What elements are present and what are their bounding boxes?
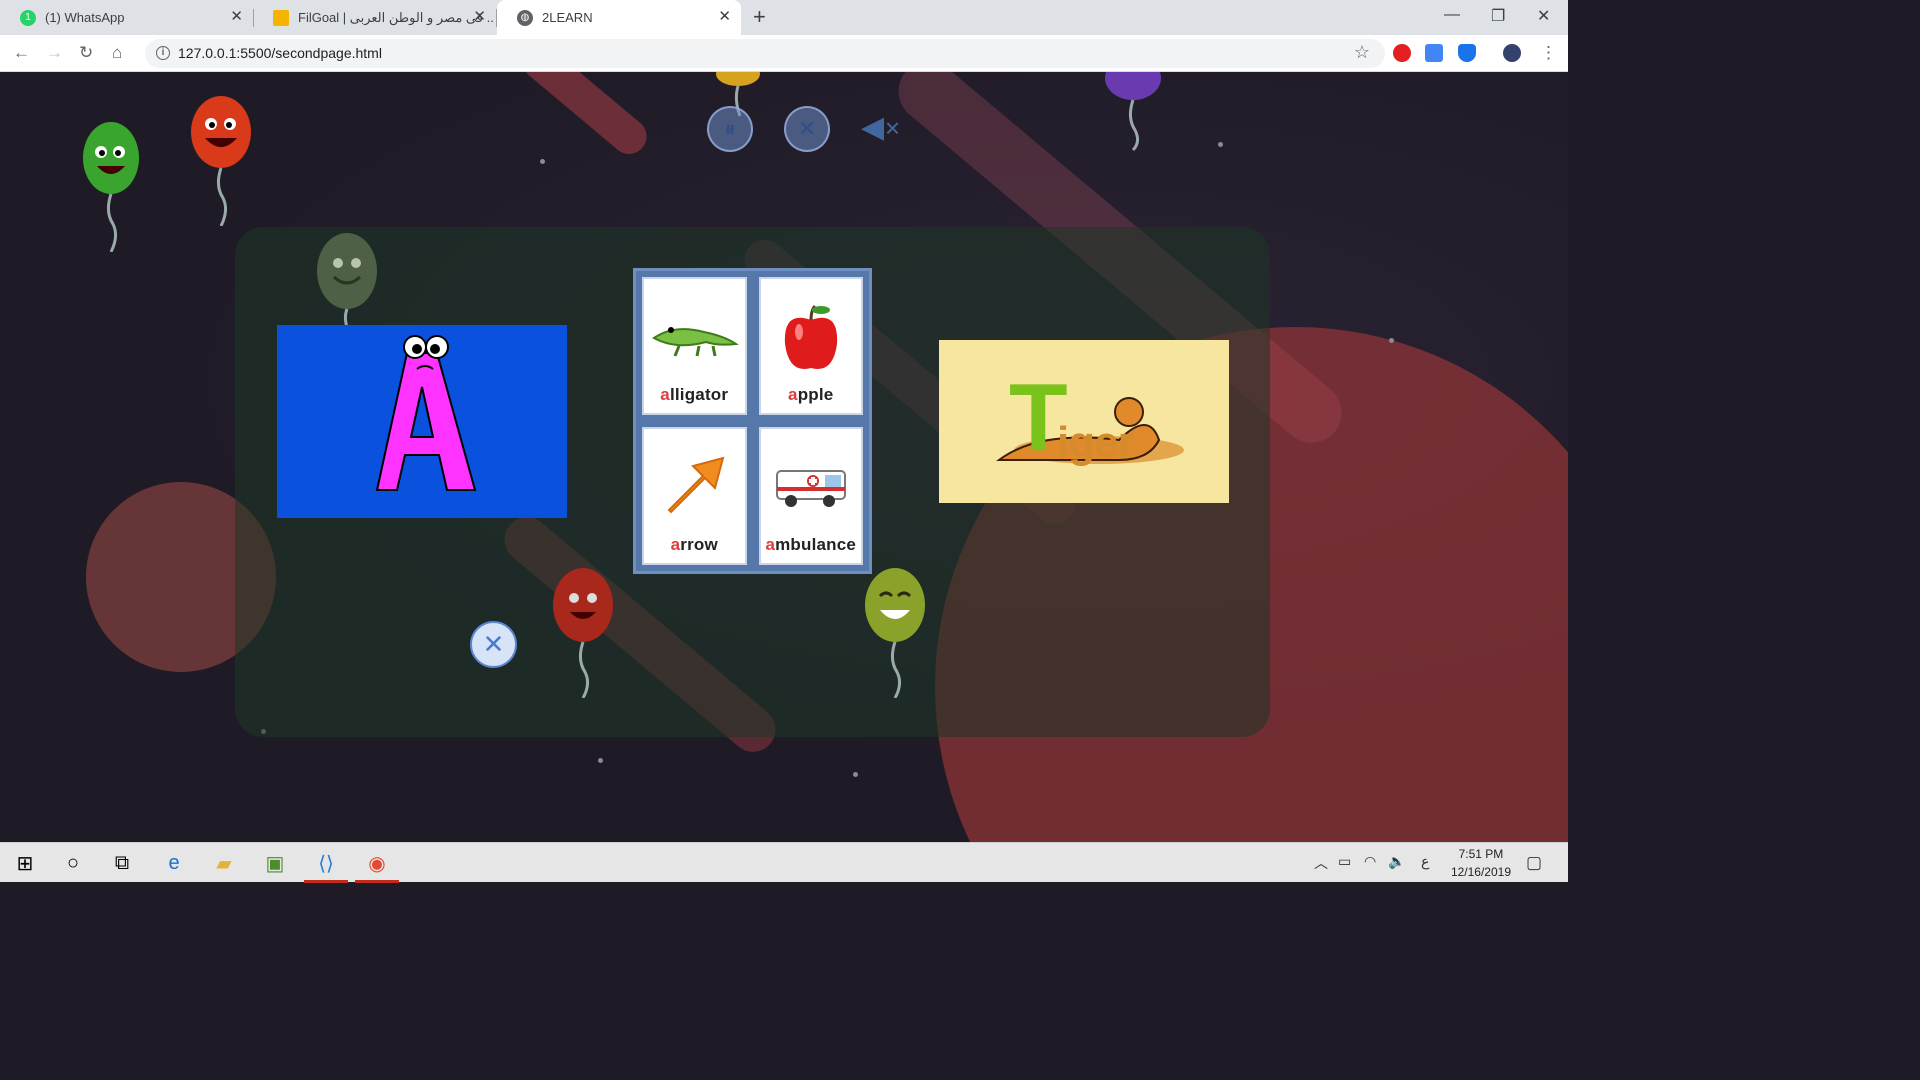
tab-label: FilGoal | فى مصر و الوطن العربى .. xyxy=(298,9,494,25)
balloon-green[interactable] xyxy=(82,122,140,253)
chrome-icon[interactable]: ◉ xyxy=(352,843,402,883)
pause-button[interactable]: ⏸ xyxy=(707,106,753,152)
balloon-dark-green[interactable] xyxy=(316,233,378,334)
apple-icon xyxy=(761,297,862,377)
bg-star xyxy=(598,758,603,763)
language-indicator[interactable]: ع xyxy=(1421,853,1429,870)
filgoal-icon xyxy=(273,9,289,26)
word-grid: alligator apple arrow ambulance xyxy=(633,268,872,574)
tiger-word: iger xyxy=(1057,418,1135,467)
word-card-ambulance[interactable]: ambulance xyxy=(758,427,863,565)
clock[interactable]: 7:51 PM 12/16/2019 xyxy=(1451,845,1511,881)
clock-date: 12/16/2019 xyxy=(1450,865,1511,879)
tab-close-icon[interactable]: ✕ xyxy=(718,9,731,25)
restore-button[interactable]: ❐ xyxy=(1491,6,1505,26)
bookmark-star-icon[interactable]: ☆ xyxy=(1354,42,1370,63)
clock-time: 7:51 PM xyxy=(1458,847,1504,861)
mute-x-icon: ✕ xyxy=(884,118,901,141)
opera-extension-icon[interactable] xyxy=(1393,44,1411,62)
bg-star xyxy=(540,159,545,164)
windows-taskbar: ⊞ ○ ⧉ e ▰ ▣ ⟨⟩ ◉ ︿ ▭ ◠ 🔈 ع 7:51 PM 12/16… xyxy=(0,842,1568,883)
battery-icon[interactable]: ▭ xyxy=(1338,853,1351,870)
speaker-muted-icon: ◀ xyxy=(861,111,885,144)
word-label: apple xyxy=(788,385,834,404)
pause-icon: ⏸ xyxy=(724,116,736,141)
menu-icon[interactable]: ⋮ xyxy=(1540,43,1557,63)
info-icon[interactable]: i xyxy=(156,46,170,60)
word-card-arrow[interactable]: arrow xyxy=(642,427,747,565)
ambulance-icon xyxy=(761,447,862,527)
edge-icon[interactable]: e xyxy=(149,843,199,883)
word-label: ambulance xyxy=(765,535,857,554)
forward-icon[interactable]: → xyxy=(46,43,63,63)
word-card-apple[interactable]: apple xyxy=(758,277,863,415)
word-card-alligator[interactable]: alligator xyxy=(642,277,747,415)
close-button[interactable]: ✕ xyxy=(470,621,517,668)
windows-start-icon[interactable]: ⊞ xyxy=(0,843,50,883)
back-icon[interactable]: ← xyxy=(13,43,30,63)
tab-close-icon[interactable]: ✕ xyxy=(473,9,486,25)
balloon-purple[interactable] xyxy=(1104,72,1162,152)
mute-button[interactable]: ◀✕ xyxy=(861,110,921,150)
tab-label: (1) WhatsApp xyxy=(45,10,125,25)
tab-filgoal[interactable]: FilGoal | فى مصر و الوطن العربى .. ✕ xyxy=(253,0,497,35)
tab-label: 2LEARN xyxy=(542,10,593,25)
letter-card[interactable]: A xyxy=(277,325,567,518)
arrow-icon xyxy=(644,447,745,527)
omnibox[interactable]: i 127.0.0.1:5500/secondpage.html ☆ xyxy=(145,39,1385,68)
vscode-icon[interactable]: ⟨⟩ xyxy=(301,843,351,883)
browser-tab-bar: 1 (1) WhatsApp ✕ FilGoal | فى مصر و الوط… xyxy=(0,0,1568,35)
balloon-red-bottom[interactable] xyxy=(552,568,614,699)
tab-close-icon[interactable]: ✕ xyxy=(230,9,243,25)
minimize-button[interactable]: — xyxy=(1444,6,1460,24)
close-window-button[interactable]: ✕ xyxy=(1537,6,1550,26)
page-2learn: ⏸ ✕ ◀✕ A alligator apple xyxy=(0,72,1568,842)
close-icon: ✕ xyxy=(797,116,817,141)
photos-icon[interactable]: ▣ xyxy=(250,843,300,883)
alligator-icon xyxy=(644,297,745,377)
new-tab-button[interactable]: + xyxy=(753,5,766,29)
home-icon[interactable]: ⌂ xyxy=(112,43,122,63)
wifi-icon[interactable]: ◠ xyxy=(1364,853,1376,870)
translate-extension-icon[interactable] xyxy=(1425,44,1443,62)
bg-streak xyxy=(516,72,654,162)
globe-icon: ◍ xyxy=(517,9,533,26)
profile-avatar[interactable] xyxy=(1503,44,1521,62)
word-label: arrow xyxy=(670,535,718,554)
word-label: alligator xyxy=(660,385,729,404)
bg-star xyxy=(853,772,858,777)
address-bar: ← → ↻ ⌂ i 127.0.0.1:5500/secondpage.html… xyxy=(0,35,1568,72)
balloon-red[interactable] xyxy=(190,96,252,227)
close-icon: ✕ xyxy=(482,629,505,659)
tiger-card[interactable]: T iger xyxy=(939,340,1229,503)
tray-overflow-icon[interactable]: ︿ xyxy=(1314,853,1328,873)
reload-icon[interactable]: ↻ xyxy=(79,43,93,63)
file-explorer-icon[interactable]: ▰ xyxy=(199,843,249,883)
url-text[interactable]: 127.0.0.1:5500/secondpage.html xyxy=(178,45,382,61)
cortana-icon[interactable]: ○ xyxy=(48,843,98,883)
letter-a-character xyxy=(375,335,477,491)
bg-star xyxy=(1218,142,1223,147)
shield-extension-icon[interactable] xyxy=(1458,44,1476,62)
bg-star xyxy=(1389,338,1394,343)
whatsapp-icon: 1 xyxy=(20,9,36,26)
tab-2learn[interactable]: ◍ 2LEARN ✕ xyxy=(497,0,741,35)
volume-muted-icon[interactable]: 🔈 xyxy=(1388,853,1405,870)
tab-whatsapp[interactable]: 1 (1) WhatsApp ✕ xyxy=(0,0,254,35)
task-view-icon[interactable]: ⧉ xyxy=(97,843,147,883)
close-game-button[interactable]: ✕ xyxy=(784,106,830,152)
balloon-yellow-green[interactable] xyxy=(864,568,926,699)
notifications-icon[interactable]: ▢ xyxy=(1526,853,1542,873)
